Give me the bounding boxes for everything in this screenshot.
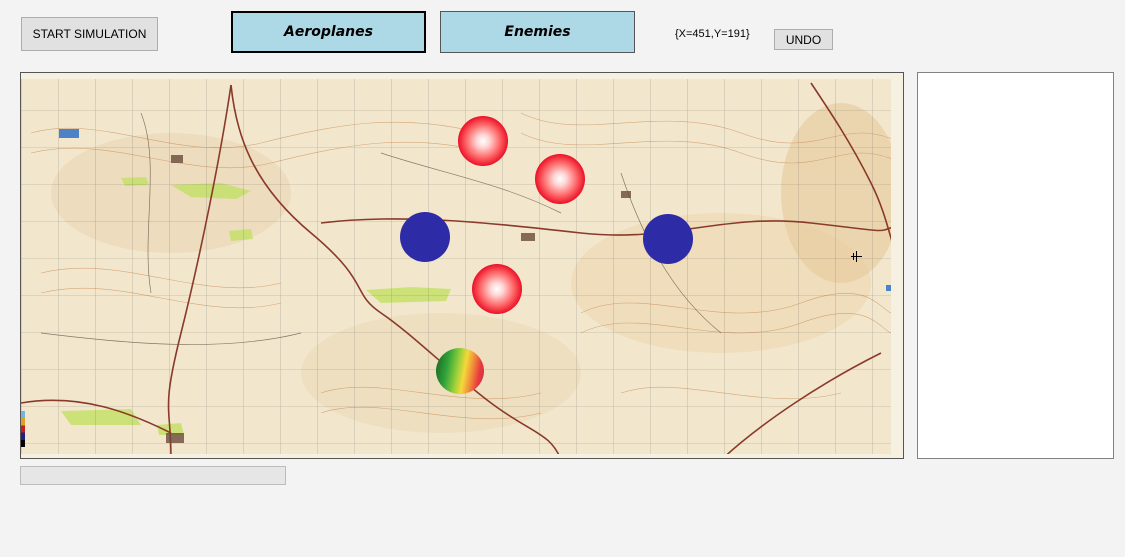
aeroplane-marker[interactable] bbox=[400, 212, 450, 262]
start-simulation-button[interactable]: START SIMULATION bbox=[21, 17, 158, 51]
player-marker[interactable] bbox=[436, 348, 484, 394]
enemy-marker[interactable] bbox=[535, 154, 585, 204]
undo-button[interactable]: UNDO bbox=[774, 29, 833, 50]
cursor-coordinates-label: {X=451,Y=191} bbox=[675, 28, 750, 40]
enemies-button[interactable]: Enemies bbox=[440, 11, 635, 53]
progress-bar bbox=[20, 466, 286, 485]
side-panel bbox=[917, 72, 1114, 459]
aeroplane-marker[interactable] bbox=[643, 214, 693, 264]
aeroplanes-button[interactable]: Aeroplanes bbox=[231, 11, 426, 53]
map-canvas[interactable] bbox=[20, 72, 904, 459]
legend-strip bbox=[21, 411, 25, 447]
enemy-marker[interactable] bbox=[472, 264, 522, 314]
enemy-marker[interactable] bbox=[458, 116, 508, 166]
crosshair-cursor-icon bbox=[851, 251, 862, 262]
